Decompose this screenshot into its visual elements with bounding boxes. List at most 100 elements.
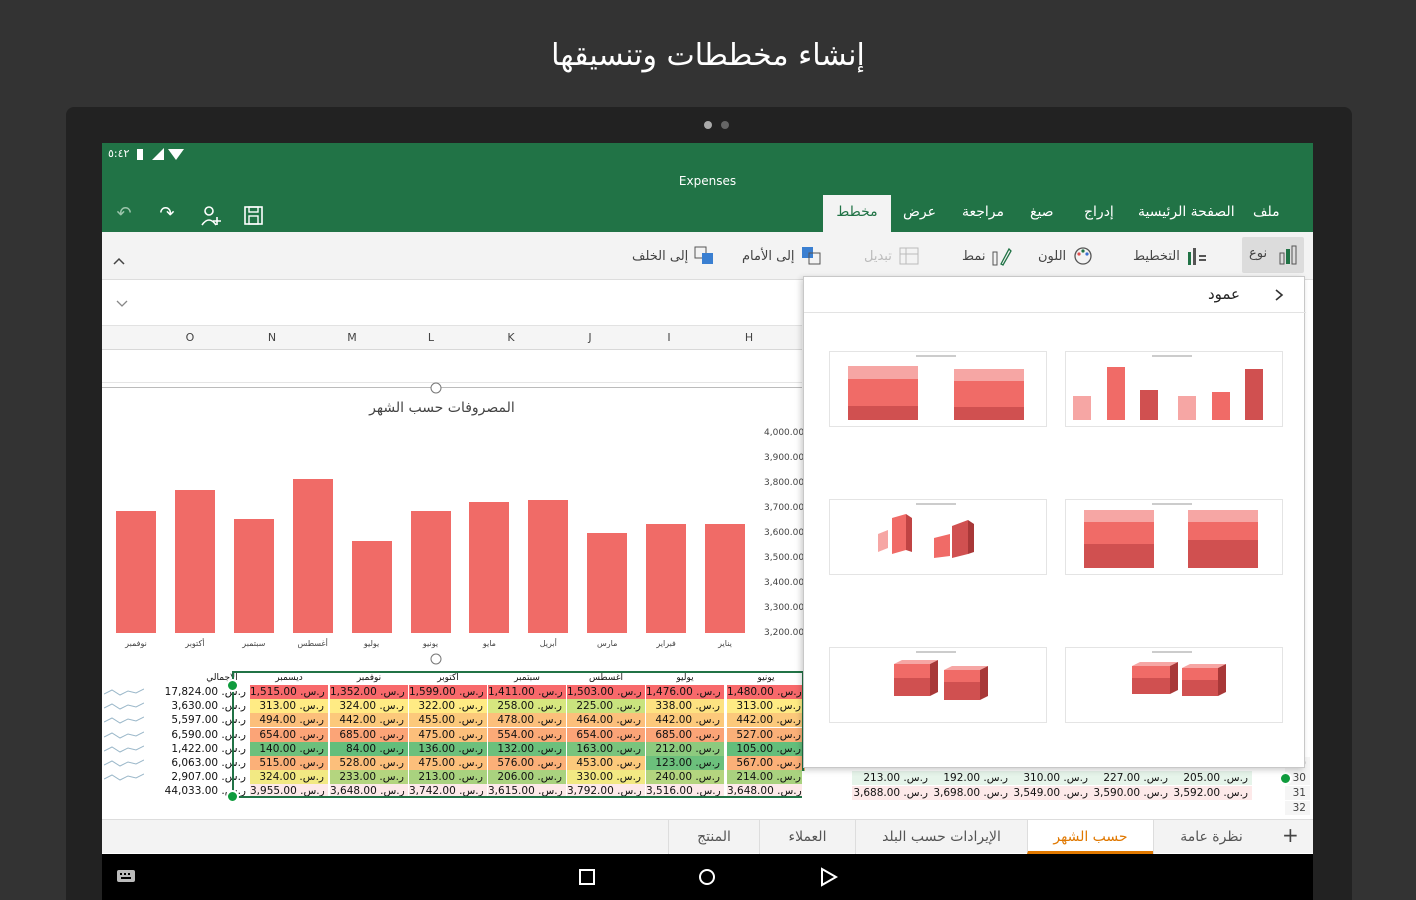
table-cell[interactable]: ر.س. 1,515.00 [250, 685, 328, 699]
row-total-cell[interactable]: ر.س. 1,422.00 [148, 742, 250, 756]
table-cell[interactable]: ر.س. 576.00 [488, 756, 566, 770]
table-header[interactable]: سبتمبر [488, 671, 566, 685]
table-cell[interactable]: ر.س. 685.00 [646, 727, 724, 742]
table-cell[interactable]: ر.س. 464.00 [567, 713, 645, 728]
table-cell[interactable]: ر.س. 313.00 [250, 699, 328, 714]
sheet-tab-by-month[interactable]: حسب الشهر [1027, 820, 1153, 854]
menu-review[interactable]: مراجعة [962, 204, 1004, 220]
chevron-right-icon[interactable] [1274, 289, 1284, 301]
column-header[interactable]: N [232, 331, 312, 344]
undo-icon[interactable]: ↶ [113, 203, 135, 225]
table-cell[interactable]: ر.س. 213.00 [409, 770, 487, 785]
table-cell[interactable]: ر.س. 136.00 [409, 741, 487, 756]
column-total-cell[interactable]: ر.س. 3,615.00 [488, 784, 566, 799]
table-cell[interactable]: ر.س. 212.00 [646, 741, 724, 756]
column-header[interactable]: J [550, 331, 630, 344]
table-cell[interactable]: ر.س. 225.00 [567, 699, 645, 714]
ribbon-send-backward-button[interactable]: إلى الخلف [632, 246, 716, 266]
save-icon[interactable] [243, 205, 265, 227]
column-header[interactable]: L [391, 331, 471, 344]
chart-thumbnail-3d-stacked-column[interactable] [1065, 647, 1283, 723]
ribbon-style-button[interactable]: نمط [962, 246, 1013, 266]
keyboard-icon[interactable] [116, 869, 138, 891]
collapse-ribbon-icon[interactable] [112, 256, 126, 266]
row-total-cell[interactable]: ر.س. 6,063.00 [148, 756, 250, 770]
column-header[interactable]: K [471, 331, 551, 344]
table-header[interactable]: يونيو [727, 671, 805, 685]
page-dot-active[interactable] [704, 121, 712, 129]
table-cell[interactable]: ر.س. 567.00 [727, 756, 805, 770]
table-cell[interactable]: ر.س. 1,599.00 [409, 685, 487, 699]
ribbon-bring-forward-button[interactable]: إلى الأمام [742, 246, 823, 266]
table-cell[interactable]: ر.س. 3,698.00 [932, 786, 1012, 800]
selection-handle[interactable] [226, 679, 239, 692]
chart-thumbnail-clustered-column[interactable] [1065, 351, 1283, 427]
chart-resize-handle[interactable] [430, 382, 442, 394]
chart-thumbnail-stacked-column[interactable] [829, 351, 1047, 427]
chart-thumbnail-100-stacked-column[interactable] [1065, 499, 1283, 575]
table-cell[interactable]: ر.س. 654.00 [567, 727, 645, 742]
tab-chart[interactable]: مخطط [823, 195, 891, 232]
column-total-cell[interactable]: ر.س. 3,648.00 [727, 784, 805, 799]
home-icon[interactable] [696, 866, 718, 888]
table-cell[interactable]: ر.س. 310.00 [1012, 771, 1092, 785]
column-header[interactable]: O [150, 331, 230, 344]
table-cell[interactable]: ر.س. 528.00 [330, 756, 408, 770]
table-cell[interactable]: ر.س. 475.00 [409, 727, 487, 742]
table-cell[interactable]: ر.س. 475.00 [409, 756, 487, 770]
table-cell[interactable]: ر.س. 527.00 [727, 727, 805, 742]
row-total-cell[interactable]: ر.س. 3,630.00 [148, 699, 250, 713]
table-cell[interactable]: ر.س. 494.00 [250, 713, 328, 728]
table-cell[interactable]: ر.س. 233.00 [330, 770, 408, 785]
table-cell[interactable]: ر.س. 324.00 [330, 699, 408, 714]
table-cell[interactable]: ر.س. 515.00 [250, 756, 328, 770]
column-total-cell[interactable]: ر.س. 3,648.00 [330, 784, 408, 799]
table-cell[interactable]: ر.س. 442.00 [727, 713, 805, 728]
table-cell[interactable]: ر.س. 453.00 [567, 756, 645, 770]
table-cell[interactable]: ر.س. 205.00 [1172, 771, 1252, 785]
menu-view[interactable]: عرض [903, 204, 936, 220]
menu-file[interactable]: ملف [1253, 204, 1280, 220]
share-user-icon[interactable] [200, 205, 222, 227]
table-cell[interactable]: ر.س. 132.00 [488, 741, 566, 756]
table-cell[interactable]: ر.س. 163.00 [567, 741, 645, 756]
column-header[interactable]: I [629, 331, 709, 344]
selection-handle[interactable] [226, 790, 239, 804]
redo-icon[interactable]: ↷ [156, 203, 178, 225]
sheet-tab-overview[interactable]: نظرة عامة [1153, 820, 1269, 854]
table-cell[interactable]: ر.س. 1,476.00 [646, 685, 724, 699]
table-cell[interactable]: ر.س. 84.00 [330, 741, 408, 756]
table-cell[interactable]: ر.س. 240.00 [646, 770, 724, 785]
table-cell[interactable]: ر.س. 455.00 [409, 713, 487, 728]
menu-home[interactable]: الصفحة الرئيسية [1138, 204, 1235, 220]
table-cell[interactable]: ر.س. 1,352.00 [330, 685, 408, 699]
row-total-cell[interactable]: ر.س. 2,907.00 [148, 770, 250, 784]
table-header[interactable]: نوفمبر [330, 671, 408, 685]
table-cell[interactable]: ر.س. 192.00 [932, 771, 1012, 785]
table-cell[interactable]: ر.س. 685.00 [330, 727, 408, 742]
selection-handle[interactable] [1279, 772, 1292, 785]
row-number[interactable]: 32 [1285, 801, 1310, 815]
ribbon-type-button[interactable]: نوع [1242, 237, 1304, 273]
chart-title[interactable]: المصروفات حسب الشهر [282, 400, 602, 416]
table-header[interactable]: يوليو [646, 671, 724, 685]
table-cell[interactable]: ر.س. 654.00 [250, 727, 328, 742]
expand-formula-icon[interactable] [116, 300, 128, 308]
add-sheet-icon[interactable]: + [1282, 823, 1299, 847]
table-cell[interactable]: ر.س. 322.00 [409, 699, 487, 714]
column-header[interactable]: H [709, 331, 789, 344]
row-total-cell[interactable]: ر.س. 6,590.00 [148, 728, 250, 742]
recents-icon[interactable] [576, 866, 598, 888]
table-cell[interactable]: ر.س. 1,411.00 [488, 685, 566, 699]
column-header[interactable]: M [312, 331, 392, 344]
column-total-cell[interactable]: ر.س. 3,516.00 [646, 784, 724, 799]
table-cell[interactable]: ر.س. 3,590.00 [1092, 786, 1172, 800]
column-total-cell[interactable]: ر.س. 3,792.00 [567, 784, 645, 799]
table-cell[interactable]: ر.س. 338.00 [646, 699, 724, 714]
table-cell[interactable]: ر.س. 313.00 [727, 699, 805, 714]
table-cell[interactable]: ر.س. 478.00 [488, 713, 566, 728]
table-header[interactable]: أكتوبر [409, 671, 487, 685]
table-cell[interactable]: ر.س. 3,688.00 [852, 786, 932, 800]
back-icon[interactable] [817, 866, 839, 888]
table-header[interactable]: أغسطس [567, 671, 645, 685]
